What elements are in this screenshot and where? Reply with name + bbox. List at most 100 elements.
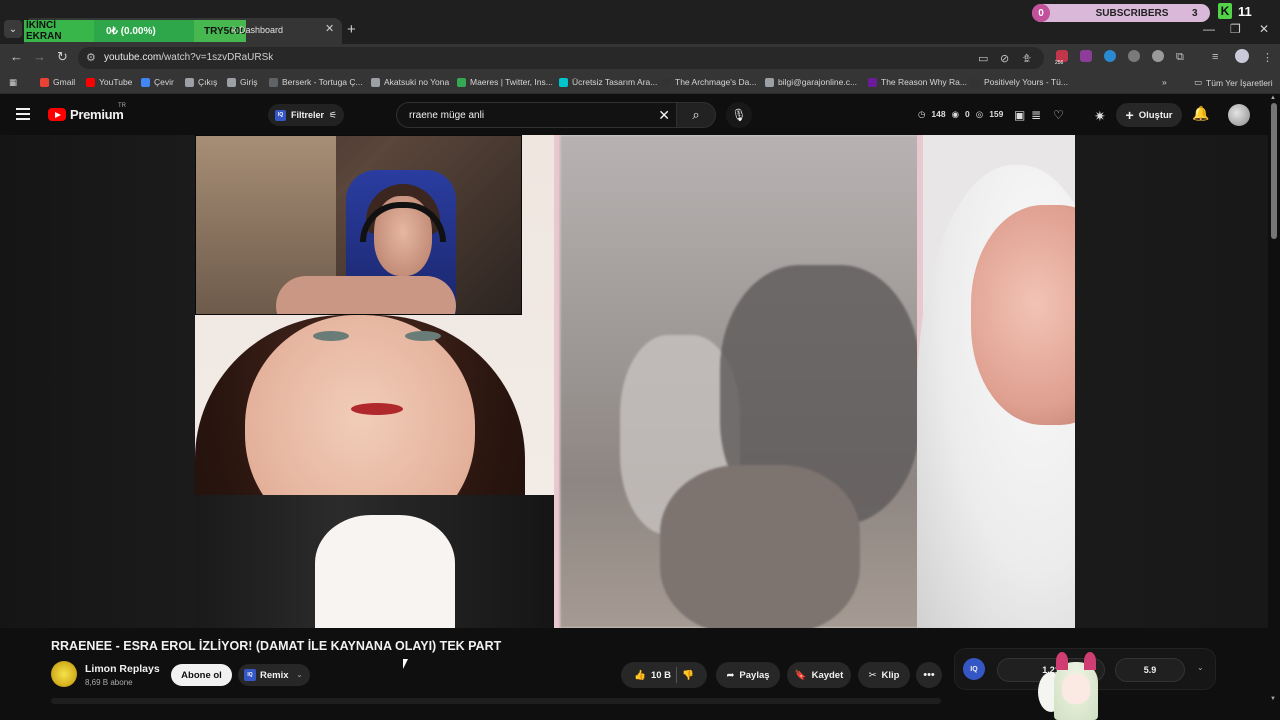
search-input[interactable]: rraene müge anli (409, 110, 484, 121)
close-window-icon[interactable]: ✕ (1259, 22, 1269, 36)
scissors-icon: ✂ (868, 669, 877, 681)
bookmark-canva[interactable]: Ücretsiz Tasarım Ara... (559, 77, 657, 87)
browser-toolbar: ← → ↻ ⚙ youtube.com/watch?v=1szvDRaURSk … (0, 44, 1280, 72)
reload-icon[interactable]: ↻ (57, 49, 68, 65)
puzzle-icon[interactable]: ⧉ (1176, 51, 1184, 64)
browser-tabstrip: ⌄ İKİNCİ EKRAN 0₺ (0.00%) TRY5000 k Dash… (0, 0, 1280, 44)
menu-icon[interactable] (16, 108, 30, 120)
like-dislike-group: 👍 10 B 👎 (621, 662, 707, 688)
bookmark-garajonline[interactable]: bilgi@garajonline.c... (765, 77, 857, 87)
subscribe-button[interactable]: Abone ol (171, 664, 232, 686)
like-count[interactable]: 10 B (651, 670, 671, 681)
iq-chip-icon: IQ (275, 109, 286, 121)
bookmark-youtube[interactable]: YouTube (86, 77, 132, 87)
extension-badge: 256 (1055, 60, 1064, 66)
channel-subscriber-count: 8,69 B abone (85, 678, 133, 687)
youtube-brand[interactable]: Premium (70, 107, 124, 122)
video-frame[interactable] (195, 135, 1075, 628)
bookmark-archmage[interactable]: The Archmage's Da... (662, 77, 756, 87)
kick-widget: K 11 (1218, 2, 1260, 20)
bookmarks-overflow-icon[interactable]: » (1162, 77, 1167, 87)
channel-avatar[interactable] (51, 661, 77, 687)
gear-sparkle-icon[interactable]: ✷ (1094, 108, 1106, 125)
page-scrollbar[interactable]: ▲ ▼ (1268, 95, 1280, 720)
extension-icon-3[interactable] (1104, 50, 1116, 62)
remix-button[interactable]: IQ Remix ⌄ (238, 664, 310, 686)
chevron-down-icon[interactable]: ⌄ (1197, 663, 1204, 672)
youtube-region: TR (118, 103, 126, 109)
extension-icon-4[interactable] (1128, 50, 1140, 62)
eye-off-icon[interactable]: ⊘ (1000, 52, 1009, 65)
apps-grid-icon[interactable]: ▦ (9, 77, 17, 88)
overlay-label: İKİNCİ EKRAN (24, 20, 94, 42)
profile-icon[interactable] (1235, 49, 1249, 63)
thumbs-down-icon[interactable]: 👎 (682, 670, 694, 681)
address-bar[interactable]: ⚙ youtube.com/watch?v=1szvDRaURSk ▭ ⊘ ⇪ (78, 47, 1044, 69)
kebab-menu-icon[interactable]: ⋮ (1262, 51, 1273, 64)
notifications-bell-icon[interactable]: 🔔 (1192, 105, 1209, 122)
bookmark-akatsuki[interactable]: Akatsuki no Yona (371, 77, 449, 87)
video-player[interactable] (0, 135, 1268, 628)
more-horizontal-icon: ••• (923, 669, 935, 681)
chevron-down-icon: ⌄ (296, 672, 303, 679)
overlay-amount: 0₺ (0.00%) (94, 20, 194, 42)
subscribers-label: SUBSCRIBERS (1095, 7, 1169, 19)
scrollbar-thumb[interactable] (1271, 103, 1277, 239)
bookmark-logout[interactable]: Çıkış (185, 77, 217, 87)
extension-icon-2[interactable] (1080, 50, 1092, 62)
url-text[interactable]: youtube.com/watch?v=1szvDRaURSk (104, 52, 273, 63)
new-tab-icon[interactable]: + (347, 21, 356, 38)
search-box[interactable]: rraene müge anli ✕ (396, 102, 676, 128)
account-avatar[interactable] (1228, 104, 1250, 126)
clear-search-icon[interactable]: ✕ (658, 107, 670, 124)
iq-value-right: 5.9 (1115, 658, 1185, 682)
list-icon[interactable]: ≣ (1031, 108, 1041, 122)
bookmark-gmail[interactable]: Gmail (40, 77, 75, 87)
bookmark-berserk[interactable]: Berserk - Tortuga Ç... (269, 77, 363, 87)
stat-c: 159 (989, 109, 1004, 119)
youtube-logo-icon[interactable] (48, 108, 66, 121)
forward-icon[interactable]: → (33, 49, 46, 64)
site-info-icon[interactable]: ⚙ (86, 51, 96, 64)
share-icon: ➦ (726, 669, 735, 681)
extension-icon-5[interactable] (1152, 50, 1164, 62)
save-button[interactable]: 🔖 Kaydet (787, 662, 851, 688)
iq-icon[interactable]: ▣ (1014, 108, 1025, 122)
channel-name[interactable]: Limon Replays (85, 663, 160, 675)
all-bookmarks[interactable]: ▭ Tüm Yer İşaretleri (1194, 77, 1273, 88)
scroll-up-icon[interactable]: ▲ (1270, 95, 1276, 101)
subscribers-count-right: 3 (1192, 7, 1198, 19)
minimize-icon[interactable]: — (1203, 22, 1215, 36)
bookmark-translate[interactable]: Çevir (141, 77, 174, 87)
folder-icon: ▭ (1194, 77, 1203, 87)
subscribers-count-left: 0 (1032, 4, 1050, 22)
mic-icon: 🎙 (731, 108, 747, 122)
kick-count: 11 (1238, 3, 1252, 19)
bookmark-icon: 🔖 (794, 669, 807, 681)
bookmark-star-icon[interactable]: ☆ (1022, 52, 1032, 65)
clip-button[interactable]: ✂ Klip (858, 662, 910, 688)
scroll-down-icon[interactable]: ▼ (1270, 696, 1276, 702)
restore-icon[interactable]: ❐ (1230, 22, 1241, 36)
bookmarks-bar: ▦ Gmail YouTube Çevir Çıkış Giriş Berser… (0, 72, 1280, 94)
filters-button[interactable]: IQ Filtreler ⚟ (268, 104, 344, 126)
create-button[interactable]: + Oluştur (1116, 103, 1182, 127)
cast-icon[interactable]: ▭ (978, 52, 988, 65)
voice-search-button[interactable]: 🎙 (726, 102, 752, 128)
tab-close-icon[interactable]: ✕ (325, 22, 334, 35)
media-icon[interactable]: ≡ (1212, 51, 1218, 63)
plus-icon: + (1125, 107, 1134, 123)
stat-clock-icon: ◷ (918, 109, 926, 119)
bookmark-reason-why[interactable]: The Reason Why Ra... (868, 77, 967, 87)
share-button[interactable]: ➦ Paylaş (716, 662, 780, 688)
thumbs-up-icon[interactable]: 👍 (634, 670, 646, 681)
tab-search-icon[interactable]: ⌄ (4, 20, 22, 38)
bookmark-maeres[interactable]: Maeres | Twitter, Ins... (457, 77, 553, 87)
search-button[interactable]: ⌕ (676, 102, 716, 128)
iq-badge[interactable]: IQ (963, 658, 985, 680)
lightbulb-icon[interactable]: ♡ (1053, 108, 1064, 122)
more-actions-button[interactable]: ••• (916, 662, 942, 688)
bookmark-login[interactable]: Giriş (227, 77, 257, 87)
bookmark-positively-yours[interactable]: Positively Yours - Tü... (971, 77, 1068, 87)
back-icon[interactable]: ← (10, 49, 23, 64)
